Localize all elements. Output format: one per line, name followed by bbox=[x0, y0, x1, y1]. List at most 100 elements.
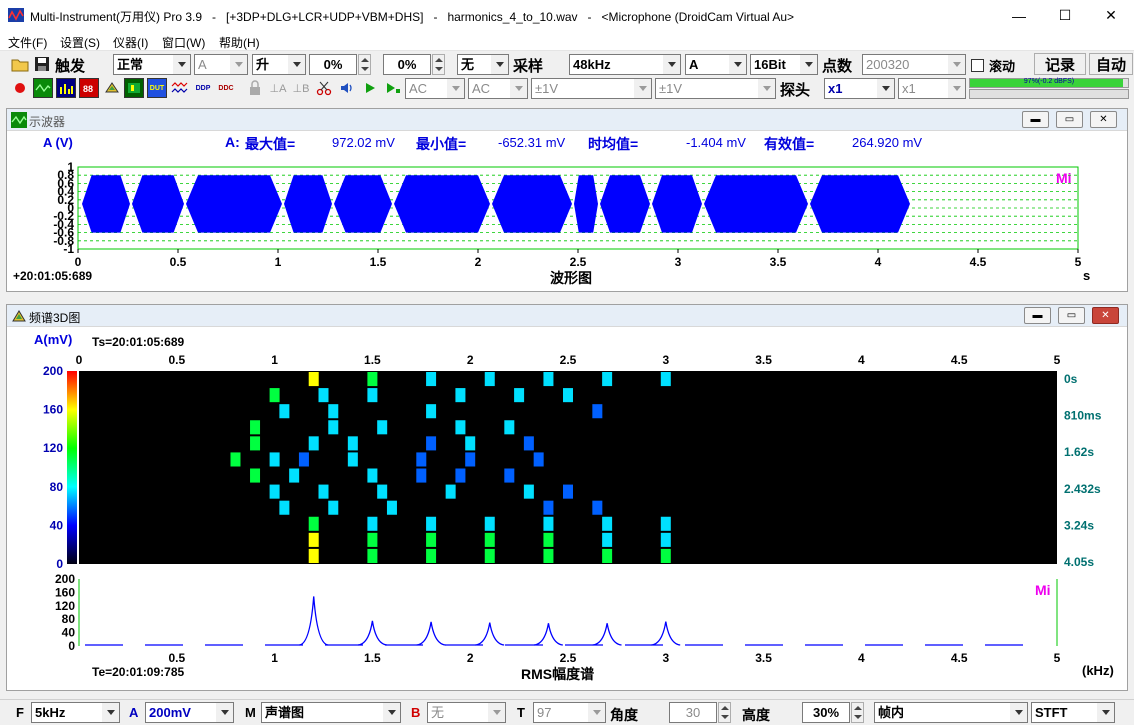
height-spinner[interactable] bbox=[851, 702, 864, 723]
spec-heatmap-cell bbox=[543, 532, 554, 547]
scroll-checkbox[interactable] bbox=[971, 59, 984, 72]
channel-b-select[interactable]: 无 bbox=[427, 702, 506, 723]
probe-a-select[interactable]: x1 bbox=[824, 78, 895, 99]
speaker-icon[interactable] bbox=[337, 78, 357, 98]
spec-heatmap-cell bbox=[504, 468, 515, 483]
spec-time-label: 3.24s bbox=[1064, 518, 1094, 532]
rms-x-tick: 2.5 bbox=[560, 651, 577, 665]
spec-heatmap-cell bbox=[367, 468, 378, 483]
auto-button[interactable]: 自动 bbox=[1089, 53, 1133, 75]
trigger-channel-select[interactable]: A bbox=[194, 54, 248, 75]
spec-heatmap-cell bbox=[328, 500, 339, 515]
spec-heatmap-cell bbox=[269, 452, 280, 467]
close-button[interactable]: ✕ bbox=[1088, 0, 1134, 31]
spec-heatmap-cell bbox=[318, 388, 329, 403]
probe-b-select[interactable]: x1 bbox=[898, 78, 966, 99]
trigger-source-select[interactable]: 无 bbox=[457, 54, 509, 75]
record-button[interactable]: 记录 bbox=[1034, 53, 1086, 75]
ddc-icon[interactable]: DDC bbox=[216, 78, 236, 98]
osc-maximize-button[interactable]: ▭ bbox=[1056, 111, 1083, 128]
trigger-edge-select[interactable]: 升 bbox=[252, 54, 306, 75]
trigger-level-input[interactable]: 0% bbox=[309, 54, 357, 75]
open-folder-icon[interactable] bbox=[10, 54, 30, 74]
scissors-icon[interactable] bbox=[314, 78, 334, 98]
spec-heatmap-cell bbox=[514, 388, 525, 403]
menu-help[interactable]: 帮助(H) bbox=[219, 34, 260, 51]
spectrum-3d-icon[interactable] bbox=[102, 78, 122, 98]
menu-file[interactable]: 文件(F) bbox=[8, 34, 47, 51]
bits-select[interactable]: 16Bit bbox=[750, 54, 818, 75]
angle-spinner[interactable] bbox=[718, 702, 731, 723]
spec-heatmap-cell bbox=[445, 484, 456, 499]
lock-icon[interactable] bbox=[245, 78, 265, 98]
play-icon[interactable] bbox=[360, 78, 380, 98]
spectrogram-chart[interactable]: 0 0.5 1 1.5 2 2.5 3 3.5 4 4.5 5200160120804000s810… bbox=[7, 349, 1127, 689]
signal-generator-icon[interactable] bbox=[170, 78, 190, 98]
ddp-viewer-icon[interactable]: DDP bbox=[193, 78, 213, 98]
frequency-range-select[interactable]: 5kHz bbox=[31, 702, 120, 723]
points-select[interactable]: 200320 bbox=[862, 54, 966, 75]
spec-heatmap-cell bbox=[308, 516, 319, 531]
spec-top-x-tick: 5 bbox=[1054, 353, 1061, 367]
spec-minimize-button[interactable]: ▬ bbox=[1024, 307, 1051, 324]
menu-instrument[interactable]: 仪器(I) bbox=[113, 34, 148, 51]
rms-y-tick: 120 bbox=[55, 599, 75, 613]
maximize-button[interactable]: ☐ bbox=[1042, 0, 1088, 31]
record-dot-icon[interactable] bbox=[10, 78, 30, 98]
waveform-segment bbox=[334, 175, 392, 233]
frame-mode-select[interactable]: 帧内 bbox=[874, 702, 1028, 723]
multimeter-icon[interactable]: 88 bbox=[79, 78, 99, 98]
spec-heatmap-cell bbox=[426, 436, 437, 451]
scroll-label: 滚动 bbox=[989, 59, 1016, 74]
method-select[interactable]: STFT bbox=[1031, 702, 1115, 723]
pretrigger-spinner[interactable] bbox=[432, 54, 445, 75]
osc-timestamp: +20:01:05:689 bbox=[13, 269, 93, 283]
spec-heatmap-cell bbox=[484, 548, 495, 563]
spec-heatmap-cell bbox=[250, 436, 261, 451]
coupling-b-select[interactable]: AC bbox=[468, 78, 528, 99]
mode-select[interactable]: 声谱图 bbox=[261, 702, 401, 723]
trigger-mode-select[interactable]: 正常 bbox=[113, 54, 191, 75]
save-icon[interactable] bbox=[32, 54, 52, 74]
spec-heatmap-cell bbox=[377, 484, 388, 499]
play-once-icon[interactable] bbox=[383, 78, 403, 98]
spectrogram-icon[interactable] bbox=[124, 78, 144, 98]
spec-heatmap-cell bbox=[347, 452, 358, 467]
angle-input[interactable]: 30 bbox=[669, 702, 717, 723]
spec-heatmap-cell bbox=[660, 532, 671, 547]
pretrigger-input[interactable]: 0% bbox=[383, 54, 431, 75]
trigger-level-spinner[interactable] bbox=[358, 54, 371, 75]
waveform-segment bbox=[574, 175, 598, 233]
cursor-b-icon[interactable]: ⊥B bbox=[291, 78, 311, 98]
spec-heatmap-cell bbox=[367, 532, 378, 547]
height-input[interactable]: 30% bbox=[802, 702, 850, 723]
channel-select[interactable]: A bbox=[685, 54, 747, 75]
cursor-a-icon[interactable]: ⊥A bbox=[268, 78, 288, 98]
range-b-select[interactable]: ±1V bbox=[655, 78, 776, 99]
spectrum3d-window-icon bbox=[12, 310, 26, 322]
spectrum-analyzer-icon[interactable] bbox=[56, 78, 76, 98]
sample-rate-select[interactable]: 48kHz bbox=[569, 54, 681, 75]
range-a-select[interactable]: ±1V bbox=[531, 78, 652, 99]
spec-top-x-tick: 1 bbox=[271, 353, 278, 367]
rms-x-tick: 4 bbox=[858, 651, 865, 665]
output-generator-icon[interactable]: DUT bbox=[147, 78, 167, 98]
spec-heatmap-cell bbox=[592, 404, 603, 419]
osc-close-button[interactable]: ✕ bbox=[1090, 111, 1117, 128]
coupling-a-select[interactable]: AC bbox=[405, 78, 465, 99]
osc-minimize-button[interactable]: ▬ bbox=[1022, 111, 1049, 128]
bottom-control-bar: F 5kHz A 200mV M 声谱图 B 无 T 97 角度 30 高度 3… bbox=[0, 699, 1134, 724]
spec-heatmap-cell bbox=[543, 500, 554, 515]
waveform-segment bbox=[82, 175, 130, 233]
menu-settings[interactable]: 设置(S) bbox=[60, 34, 100, 51]
oscilloscope-icon[interactable] bbox=[33, 78, 53, 98]
amplitude-range-select[interactable]: 200mV bbox=[145, 702, 234, 723]
waveform-y-tick: -1 bbox=[63, 242, 74, 256]
t-select[interactable]: 97 bbox=[533, 702, 606, 723]
rms-peak bbox=[357, 620, 387, 646]
menu-window[interactable]: 窗口(W) bbox=[162, 34, 205, 51]
spec-close-button[interactable]: ✕ bbox=[1092, 307, 1119, 324]
svg-text:88: 88 bbox=[83, 84, 93, 94]
minimize-button[interactable]: — bbox=[996, 0, 1042, 31]
spec-maximize-button[interactable]: ▭ bbox=[1058, 307, 1085, 324]
